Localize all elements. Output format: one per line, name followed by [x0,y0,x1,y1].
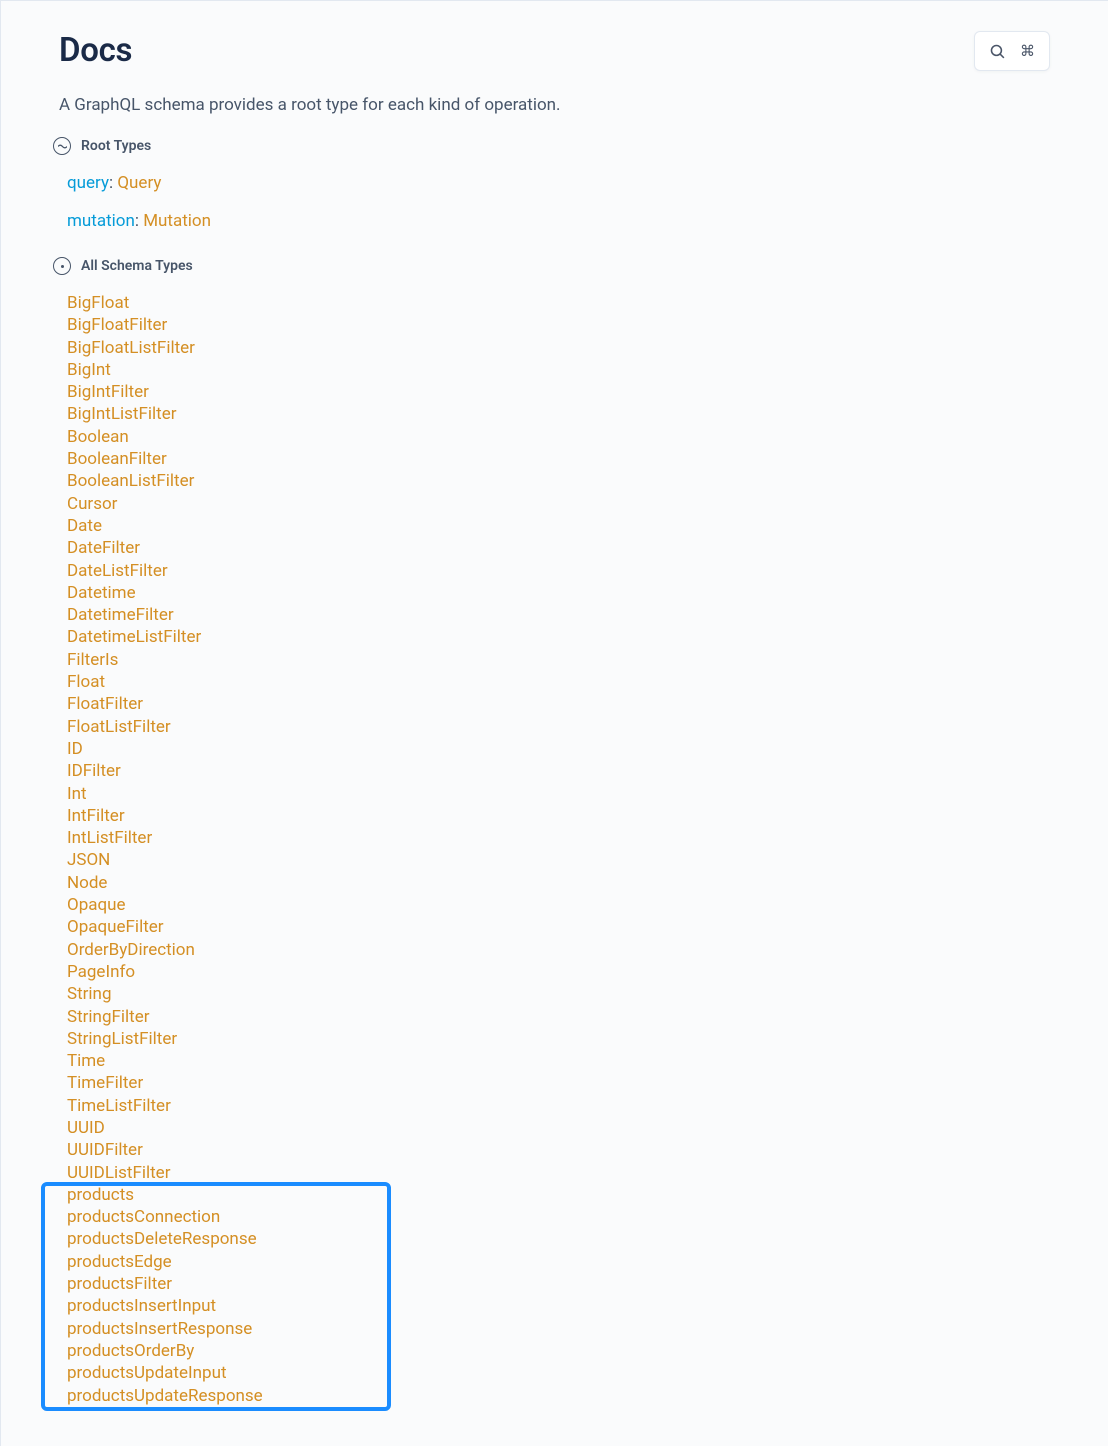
schema-type-link[interactable]: productsInsertResponse [67,1319,1050,1339]
schema-type-link[interactable]: productsDeleteResponse [67,1229,1050,1249]
schema-type-link[interactable]: productsUpdateResponse [67,1386,1050,1406]
schema-type-link[interactable]: DateFilter [67,538,1050,558]
schema-type-link[interactable]: BooleanFilter [67,449,1050,469]
root-type-row: query: Query [67,173,1050,193]
schema-type-link[interactable]: IDFilter [67,761,1050,781]
schema-type-link[interactable]: IntListFilter [67,828,1050,848]
schema-type-link[interactable]: products [67,1185,1050,1205]
root-types-header: Root Types [53,137,1050,155]
schema-type-link[interactable]: productsConnection [67,1207,1050,1227]
schema-type-link[interactable]: Date [67,516,1050,536]
all-schema-types-label: All Schema Types [81,258,193,274]
schema-type-link[interactable]: productsOrderBy [67,1341,1050,1361]
schema-type-link[interactable]: StringFilter [67,1007,1050,1027]
colon: : [135,211,143,231]
schema-type-link[interactable]: StringListFilter [67,1029,1050,1049]
search-button[interactable]: ⌘ [974,31,1050,71]
schema-type-link[interactable]: BigIntListFilter [67,404,1050,424]
root-type-value[interactable]: Query [117,173,161,193]
schema-type-link[interactable]: Boolean [67,427,1050,447]
all-schema-types-icon [53,257,71,275]
schema-type-link[interactable]: String [67,984,1050,1004]
root-type-row: mutation: Mutation [67,211,1050,231]
schema-type-link[interactable]: BigIntFilter [67,382,1050,402]
schema-type-link[interactable]: DateListFilter [67,561,1050,581]
schema-type-link[interactable]: BigFloatListFilter [67,338,1050,358]
schema-description: A GraphQL schema provides a root type fo… [59,95,1050,115]
schema-type-link[interactable]: FloatFilter [67,694,1050,714]
schema-type-link[interactable]: TimeListFilter [67,1096,1050,1116]
schema-type-link[interactable]: BooleanListFilter [67,471,1050,491]
root-type-key[interactable]: mutation [67,211,135,231]
root-types-icon [53,137,71,155]
search-icon [989,43,1006,60]
root-types-label: Root Types [81,138,151,154]
schema-type-link[interactable]: JSON [67,850,1050,870]
schema-type-link[interactable]: productsInsertInput [67,1296,1050,1316]
page-title: Docs [59,31,132,70]
schema-type-link[interactable]: BigFloat [67,293,1050,313]
schema-type-link[interactable]: FilterIs [67,650,1050,670]
schema-type-link[interactable]: Int [67,784,1050,804]
schema-type-link[interactable]: Opaque [67,895,1050,915]
schema-type-link[interactable]: Datetime [67,583,1050,603]
schema-type-link[interactable]: Time [67,1051,1050,1071]
schema-type-link[interactable]: FloatListFilter [67,717,1050,737]
schema-type-link[interactable]: ID [67,739,1050,759]
schema-type-link[interactable]: PageInfo [67,962,1050,982]
schema-type-link[interactable]: Cursor [67,494,1050,514]
schema-type-link[interactable]: DatetimeListFilter [67,627,1050,647]
command-icon: ⌘ [1020,42,1035,60]
schema-type-link[interactable]: UUIDFilter [67,1140,1050,1160]
schema-type-link[interactable]: Node [67,873,1050,893]
schema-type-link[interactable]: productsUpdateInput [67,1363,1050,1383]
schema-type-link[interactable]: productsEdge [67,1252,1050,1272]
schema-type-link[interactable]: OrderByDirection [67,940,1050,960]
all-schema-types-header: All Schema Types [53,257,1050,275]
root-type-value[interactable]: Mutation [143,211,211,231]
schema-type-link[interactable]: BigFloatFilter [67,315,1050,335]
schema-type-link[interactable]: OpaqueFilter [67,917,1050,937]
schema-type-link[interactable]: Float [67,672,1050,692]
schema-type-link[interactable]: BigInt [67,360,1050,380]
schema-type-link[interactable]: TimeFilter [67,1073,1050,1093]
schema-type-link[interactable]: productsFilter [67,1274,1050,1294]
schema-type-link[interactable]: IntFilter [67,806,1050,826]
schema-type-link[interactable]: DatetimeFilter [67,605,1050,625]
root-type-key[interactable]: query [67,173,109,193]
schema-type-link[interactable]: UUIDListFilter [67,1163,1050,1183]
schema-type-link[interactable]: UUID [67,1118,1050,1138]
